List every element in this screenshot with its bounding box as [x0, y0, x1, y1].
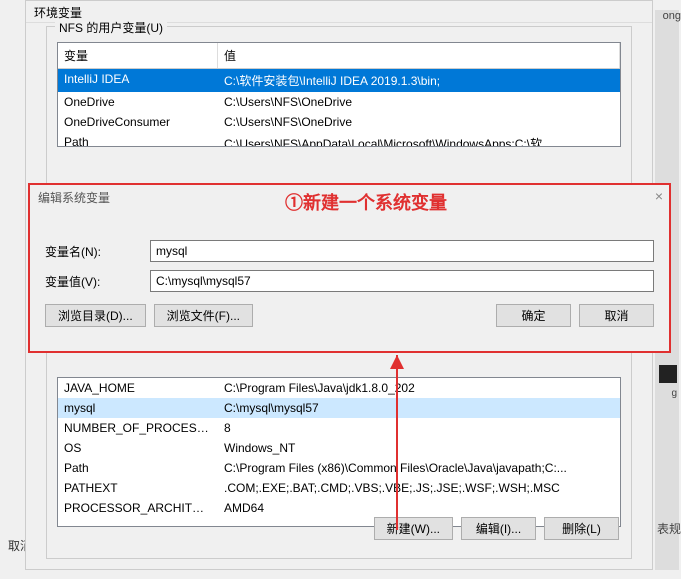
table-row[interactable]: OneDrive C:\Users\NFS\OneDrive: [58, 92, 620, 112]
dialog-button-row: 浏览目录(D)... 浏览文件(F)... 确定 取消: [45, 304, 654, 327]
table-row[interactable]: Path C:\Program Files (x86)\Common Files…: [58, 458, 620, 478]
var-value-row: 变量值(V):: [45, 270, 654, 292]
table-row[interactable]: OS Windows_NT: [58, 438, 620, 458]
col-value[interactable]: 值: [218, 43, 620, 68]
table-row[interactable]: IntelliJ IDEA C:\软件安装包\IntelliJ IDEA 201…: [58, 69, 620, 92]
table-row[interactable]: Path C:\Users\NFS\AppData\Local\Microsof…: [58, 132, 620, 147]
system-buttons-row: 新建(W)... 编辑(I)... 删除(L): [374, 517, 619, 540]
user-vars-table[interactable]: 变量 值 IntelliJ IDEA C:\软件安装包\IntelliJ IDE…: [57, 42, 621, 147]
cancel-button[interactable]: 取消: [579, 304, 654, 327]
annotation-text: ①新建一个系统变量: [285, 189, 447, 215]
browse-file-button[interactable]: 浏览文件(F)...: [154, 304, 253, 327]
table-row[interactable]: PATHEXT .COM;.EXE;.BAT;.CMD;.VBS;.VBE;.J…: [58, 478, 620, 498]
table-row[interactable]: mysql C:\mysql\mysql57: [58, 398, 620, 418]
edit-variable-dialog: 编辑系统变量 × ①新建一个系统变量 变量名(N): 变量值(V): 浏览目录(…: [28, 183, 671, 353]
var-name-label: 变量名(N):: [45, 243, 150, 260]
col-variable[interactable]: 变量: [58, 43, 218, 68]
user-vars-label: NFS 的用户变量(U): [55, 19, 167, 36]
new-button[interactable]: 新建(W)...: [374, 517, 453, 540]
ok-button[interactable]: 确定: [496, 304, 571, 327]
var-name-input[interactable]: [150, 240, 654, 262]
var-name-row: 变量名(N):: [45, 240, 654, 262]
edit-button[interactable]: 编辑(I)...: [461, 517, 536, 540]
table-row[interactable]: PROCESSOR_ARCHITECT... AMD64: [58, 498, 620, 518]
bg-block: [659, 365, 677, 383]
table-header: 变量 值: [58, 43, 620, 69]
table-row[interactable]: JAVA_HOME C:\Program Files\Java\jdk1.8.0…: [58, 378, 620, 398]
browse-dir-button[interactable]: 浏览目录(D)...: [45, 304, 146, 327]
bg-text: g: [671, 388, 677, 399]
var-value-input[interactable]: [150, 270, 654, 292]
close-icon[interactable]: ×: [655, 188, 663, 204]
system-vars-table[interactable]: JAVA_HOME C:\Program Files\Java\jdk1.8.0…: [57, 377, 621, 527]
bg-text: ong: [663, 10, 681, 22]
table-row[interactable]: OneDriveConsumer C:\Users\NFS\OneDrive: [58, 112, 620, 132]
table-row[interactable]: NUMBER_OF_PROCESSORS 8: [58, 418, 620, 438]
bg-text: 表规: [657, 520, 681, 537]
delete-button[interactable]: 删除(L): [544, 517, 619, 540]
var-value-label: 变量值(V):: [45, 273, 150, 290]
